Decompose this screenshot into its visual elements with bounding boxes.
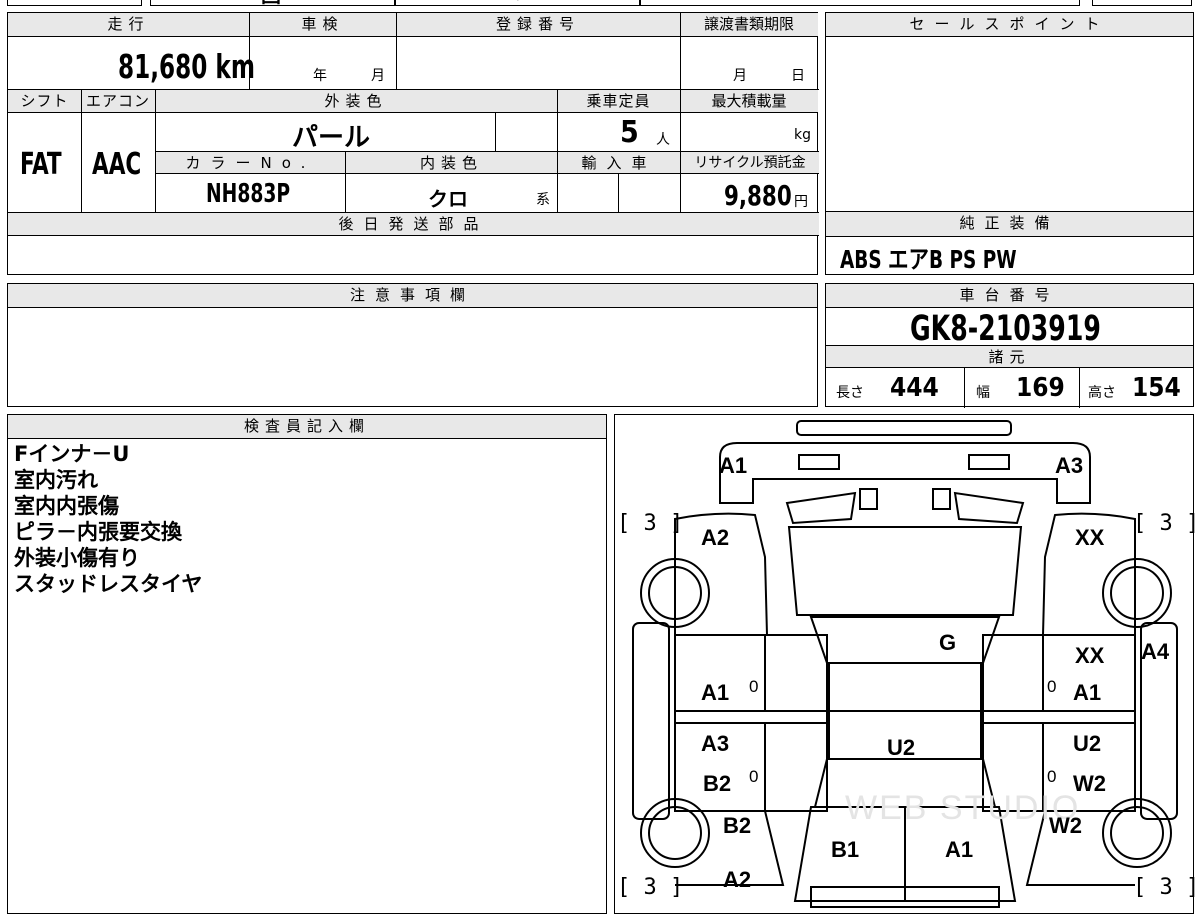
shift-value: FAT xyxy=(20,147,62,182)
dimensions-header: 諸元 xyxy=(826,346,1193,368)
recycle-value: 9,880 xyxy=(724,179,792,212)
inspector-line: Fインナ－U xyxy=(14,442,130,466)
inspection-header: 車検 xyxy=(249,13,396,37)
inspector-line: 室内汚れ xyxy=(14,468,98,492)
color-no-value: NH883P xyxy=(206,179,291,209)
damage-code-door-fr: A1 xyxy=(1073,680,1102,705)
height-value: 154 xyxy=(1132,373,1181,403)
damage-code-rear-right: A1 xyxy=(945,837,974,862)
color-no-header: カラーNo. xyxy=(156,152,345,174)
width-label: 幅 xyxy=(976,385,990,401)
damage-depth-mark: 0 xyxy=(749,677,759,696)
height-label: 高さ xyxy=(1088,385,1116,401)
tire-tread-fr: [ 3 ] xyxy=(1133,511,1200,536)
inspection-month: 月 xyxy=(371,68,385,84)
inspector-line: ピラ－内張要交換 xyxy=(14,520,182,544)
registration-header: 登録番号 xyxy=(396,13,680,37)
damage-code-fender-fr: XX xyxy=(1075,525,1105,550)
exterior-color-value: パール xyxy=(292,123,371,153)
top-strip-cell-2: 国 xyxy=(150,0,395,8)
damage-depth-mark: 0 xyxy=(749,767,759,786)
mileage-value: 81,680 km xyxy=(118,47,255,86)
damage-code-hood: G xyxy=(939,630,957,655)
damage-code-rear-left: B1 xyxy=(831,837,860,862)
car-outline-diagram xyxy=(632,420,1178,908)
top-strip-cell-4 xyxy=(640,0,1080,6)
top-strip-cell-1 xyxy=(7,0,142,6)
inspector-line: スタッドレスタイヤ xyxy=(14,572,203,596)
length-label: 長さ xyxy=(836,385,864,401)
damage-code-door-fr-side: A4 xyxy=(1141,639,1170,664)
later-parts-header: 後日発送部品 xyxy=(8,213,819,236)
interior-color-value: クロ xyxy=(428,187,468,211)
sales-point-box: セールスポイント xyxy=(825,12,1194,214)
inspector-line: 室内内張傷 xyxy=(14,494,119,518)
tire-tread-rl: [ 3 ] xyxy=(617,875,684,900)
transfer-deadline-header: 譲渡書類期限 xyxy=(680,13,818,37)
notes-header: 注意事項欄 xyxy=(8,284,817,308)
damage-code-door-rr-top: U2 xyxy=(1073,731,1102,756)
equipment-value: ABS エアB PS PW xyxy=(840,245,1017,274)
tire-tread-rr: [ 3 ] xyxy=(1133,875,1200,900)
recycle-header: リサイクル預託金 xyxy=(681,152,819,174)
sales-point-header: セールスポイント xyxy=(826,13,1193,37)
damage-diagram-box: WEB STUDIO [ 3 ] [ 3 ] [ 3 ] [ 3 ] A1 A3… xyxy=(614,414,1199,914)
top-strip-text: 国 xyxy=(261,0,281,8)
capacity-value: 5 xyxy=(620,115,639,150)
damage-code-qtr-rl: B2 xyxy=(723,813,752,838)
vehicle-info-table: 走行 車検 登録番号 譲渡書類期限 81,680 km 年 月 月 日 シフト … xyxy=(7,12,819,275)
top-strip-cell-3: り xyxy=(395,0,640,6)
equipment-box: 純正装備 ABS エアB PS PW xyxy=(825,211,1194,275)
inspection-year: 年 xyxy=(313,68,327,84)
capacity-header: 乗車定員 xyxy=(557,90,680,113)
damage-code-door-fl: A1 xyxy=(701,680,730,705)
interior-color-header: 内装色 xyxy=(346,152,557,174)
damage-depth-mark: 0 xyxy=(1047,677,1057,696)
transfer-day: 日 xyxy=(791,68,805,84)
chassis-header: 車台番号 xyxy=(826,284,1193,308)
chassis-box: 車台番号 GK8-2103919 諸元 長さ 444 幅 169 高さ 154 xyxy=(825,283,1194,408)
damage-code-door-rl: B2 xyxy=(703,771,732,796)
damage-code-roof: U2 xyxy=(887,735,916,760)
damage-code-front-right: A3 xyxy=(1055,453,1084,478)
max-load-unit: kg xyxy=(794,127,811,143)
notes-box: 注意事項欄 xyxy=(7,283,818,407)
watermark: WEB STUDIO xyxy=(845,789,1081,827)
ac-value: AAC xyxy=(92,147,142,182)
tire-tread-fl: [ 3 ] xyxy=(617,511,684,536)
recycle-unit: 円 xyxy=(794,194,808,210)
inspector-line: 外装小傷有り xyxy=(14,546,140,570)
capacity-unit: 人 xyxy=(656,132,670,148)
damage-code-qtr-rr: W2 xyxy=(1049,813,1082,838)
mileage-header: 走行 xyxy=(8,13,249,37)
max-load-header: 最大積載量 xyxy=(680,90,818,113)
damage-code-fender-fl: A2 xyxy=(701,525,730,550)
damage-code-door-fr-top: XX xyxy=(1075,643,1105,668)
top-strip-cell-5 xyxy=(1092,0,1192,6)
chassis-number: GK8-2103919 xyxy=(910,309,1101,349)
transfer-month: 月 xyxy=(733,68,747,84)
ac-header: エアコン xyxy=(81,90,155,113)
shift-header: シフト xyxy=(8,90,81,113)
damage-code-door-rr: W2 xyxy=(1073,771,1106,796)
exterior-color-header: 外装色 xyxy=(155,90,557,113)
equipment-header: 純正装備 xyxy=(826,212,1193,237)
damage-code-door-rl-top: A3 xyxy=(701,731,730,756)
inspector-box: 検査員記入欄 Fインナ－U 室内汚れ 室内内張傷 ピラ－内張要交換 外装小傷有り… xyxy=(7,414,607,914)
damage-code-front-left: A1 xyxy=(719,453,748,478)
damage-code-rear-fender-l: A2 xyxy=(723,867,752,892)
damage-depth-mark: 0 xyxy=(1047,767,1057,786)
width-value: 169 xyxy=(1016,373,1065,403)
import-header: 輸入車 xyxy=(558,152,680,174)
inspector-header: 検査員記入欄 xyxy=(8,415,606,439)
length-value: 444 xyxy=(890,373,939,403)
interior-color-suffix: 系 xyxy=(536,192,550,208)
inspector-lines: Fインナ－U 室内汚れ 室内内張傷 ピラ－内張要交換 外装小傷有り スタッドレス… xyxy=(14,441,202,597)
top-strip-text-2: り xyxy=(511,0,529,5)
